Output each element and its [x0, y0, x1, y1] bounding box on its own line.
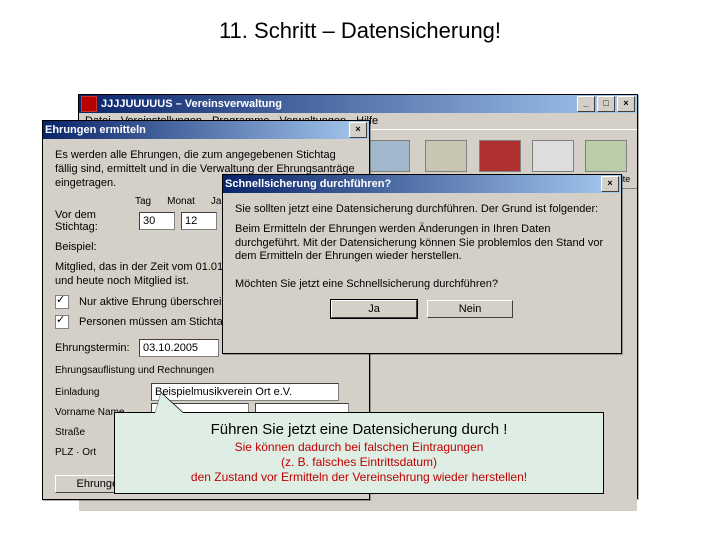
- callout: Führen Sie jetzt eine Datensicherung dur…: [114, 412, 604, 494]
- close-icon[interactable]: ×: [617, 96, 635, 112]
- msg-line3: Möchten Sie jetzt eine Schnellsicherung …: [235, 278, 609, 292]
- msg-line2: Beim Ermitteln der Ehrungen werden Änder…: [235, 223, 609, 264]
- app-area: JJJJUUUUUS – Vereinsverwaltung _ □ × Dat…: [78, 94, 638, 499]
- nein-button[interactable]: Nein: [427, 300, 513, 318]
- label-einladung: Einladung: [55, 387, 145, 398]
- msg-line1: Sie sollten jetzt eine Datensicherung du…: [235, 203, 609, 217]
- ehrungen-title: Ehrungen ermitteln: [45, 124, 349, 136]
- callout-line1: Sie können dadurch bei falschen Eintragu…: [127, 440, 591, 455]
- callout-line2: (z. B. falsches Eintrittsdatum): [127, 455, 591, 470]
- callout-headline: Führen Sie jetzt eine Datensicherung dur…: [127, 421, 591, 438]
- close-icon[interactable]: ×: [601, 176, 619, 192]
- stichtag-monat[interactable]: 12: [181, 212, 217, 230]
- close-icon[interactable]: ×: [349, 122, 367, 138]
- callout-line3: den Zustand vor Ermitteln der Vereinsehr…: [127, 470, 591, 485]
- maximize-icon[interactable]: □: [597, 96, 615, 112]
- stichtag-tag[interactable]: 30: [139, 212, 175, 230]
- ja-button[interactable]: Ja: [331, 300, 417, 318]
- chk-mitglied[interactable]: [55, 315, 69, 329]
- termin-label: Ehrungstermin:: [55, 342, 133, 354]
- callout-tail-icon: [155, 393, 183, 413]
- slide-title: 11. Schritt – Datensicherung!: [0, 18, 720, 44]
- stichtag-label: Vor dem Stichtag:: [55, 209, 133, 233]
- chk-nur-direkte-label: Nur aktive Ehrung überschreiben: [79, 296, 240, 308]
- group-label: Ehrungsauflistung und Rechnungen: [55, 365, 357, 378]
- chk-nur-direkte[interactable]: [55, 295, 69, 309]
- main-titlebar: JJJJUUUUUS – Vereinsverwaltung _ □ ×: [79, 95, 637, 113]
- label-monat: Monat: [167, 196, 195, 207]
- schnellsicherung-title: Schnellsicherung durchführen?: [225, 178, 601, 190]
- schnellsicherung-body: Sie sollten jetzt eine Datensicherung du…: [223, 193, 621, 328]
- schnellsicherung-dialog: Schnellsicherung durchführen? × Sie soll…: [222, 174, 622, 354]
- schnellsicherung-titlebar: Schnellsicherung durchführen? ×: [223, 175, 621, 193]
- label-tag: Tag: [135, 196, 151, 207]
- ehrungen-titlebar: Ehrungen ermitteln ×: [43, 121, 369, 139]
- main-title: JJJJUUUUUS – Vereinsverwaltung: [101, 98, 577, 110]
- minimize-icon[interactable]: _: [577, 96, 595, 112]
- app-icon: [81, 96, 97, 112]
- termin-field[interactable]: 03.10.2005: [139, 339, 219, 357]
